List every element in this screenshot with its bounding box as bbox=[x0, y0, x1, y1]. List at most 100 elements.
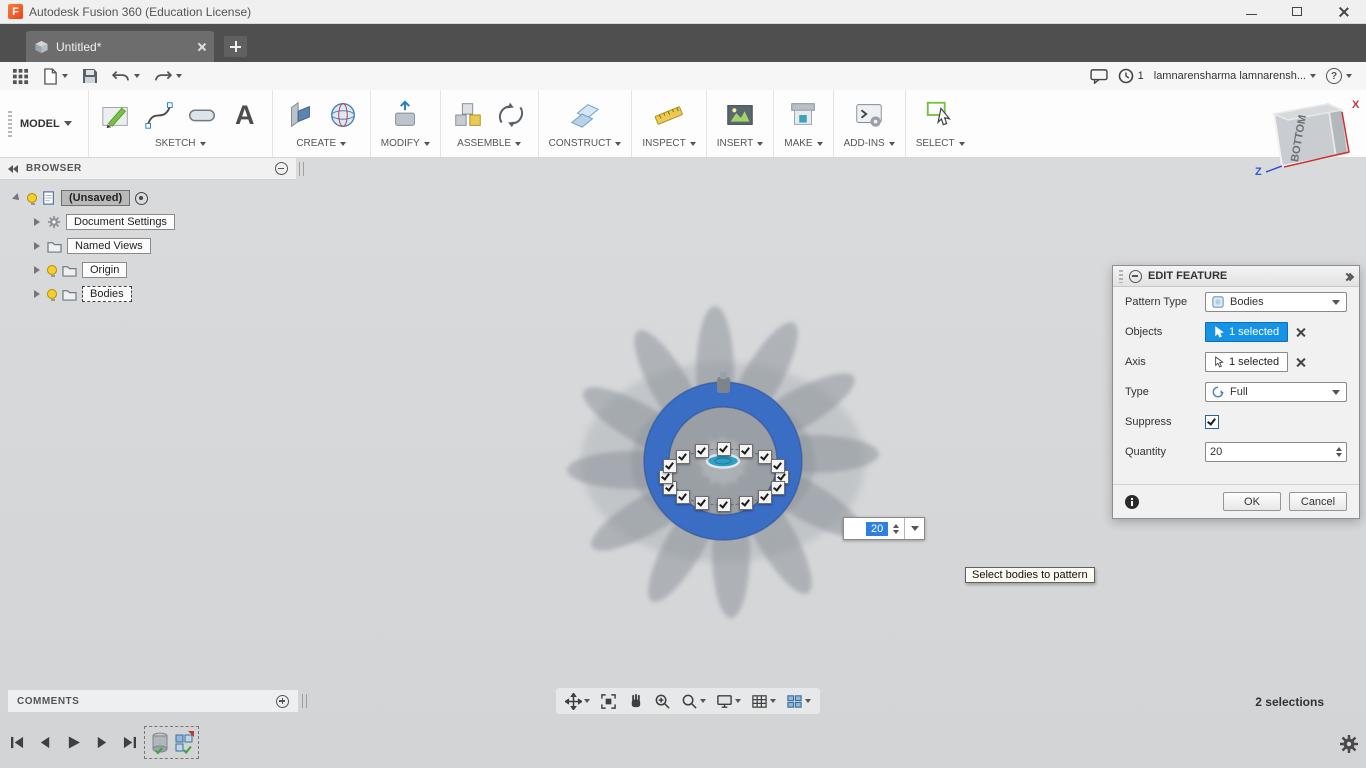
dialog-collapse-icon[interactable] bbox=[1129, 269, 1142, 283]
pattern-instance-checkbox[interactable] bbox=[717, 498, 731, 512]
new-component-button[interactable] bbox=[451, 98, 485, 132]
fit-button[interactable] bbox=[597, 691, 620, 712]
display-settings-button[interactable] bbox=[713, 691, 744, 712]
quantity-spinner[interactable] bbox=[1336, 447, 1342, 457]
expander-icon[interactable] bbox=[34, 266, 40, 274]
dialog-header[interactable]: EDIT FEATURE bbox=[1113, 266, 1359, 287]
pan-hand-button[interactable] bbox=[624, 691, 647, 712]
tree-row-bodies[interactable]: Bodies bbox=[14, 282, 314, 306]
make-3d-print-button[interactable] bbox=[786, 98, 820, 132]
timeline-feature-body[interactable] bbox=[149, 730, 170, 755]
timeline-feature-pattern[interactable] bbox=[173, 730, 194, 755]
pattern-instance-checkbox[interactable] bbox=[694, 495, 709, 510]
job-status-button[interactable]: 1 bbox=[1118, 68, 1144, 84]
group-label-modify[interactable]: MODIFY bbox=[381, 138, 430, 149]
comments-panel-header[interactable]: COMMENTS bbox=[8, 690, 298, 712]
tree-root-row[interactable]: (Unsaved) bbox=[12, 186, 314, 210]
grid-settings-button[interactable] bbox=[748, 691, 779, 712]
tree-row-named-views[interactable]: Named Views bbox=[14, 234, 314, 258]
pattern-instance-checkbox[interactable] bbox=[758, 450, 772, 465]
insert-canvas-button[interactable] bbox=[723, 98, 757, 132]
document-tab-untitled[interactable]: Untitled* bbox=[26, 31, 214, 62]
group-label-create[interactable]: CREATE bbox=[296, 138, 347, 149]
tab-close-icon[interactable] bbox=[196, 42, 206, 52]
node-label-selected[interactable]: Bodies bbox=[82, 286, 132, 302]
expand-comments-icon[interactable] bbox=[276, 694, 289, 708]
create-sketch-button[interactable] bbox=[99, 98, 133, 132]
pattern-type-select[interactable]: Bodies bbox=[1205, 292, 1347, 312]
minimize-button[interactable] bbox=[1228, 0, 1274, 23]
joint-button[interactable] bbox=[494, 98, 528, 132]
floating-quantity-spinner[interactable] bbox=[893, 523, 900, 534]
cancel-button[interactable]: Cancel bbox=[1289, 492, 1347, 511]
zoom-in-button[interactable] bbox=[651, 691, 674, 712]
press-pull-button[interactable] bbox=[388, 98, 422, 132]
info-icon[interactable] bbox=[1125, 494, 1139, 509]
timeline-step-forward-button[interactable] bbox=[90, 731, 113, 753]
axis-selection-chip[interactable]: 1 selected bbox=[1205, 352, 1289, 372]
orbit-button[interactable] bbox=[562, 691, 593, 712]
app-grid-button[interactable] bbox=[12, 68, 29, 85]
dialog-expand-icon[interactable] bbox=[1342, 267, 1355, 285]
timeline-step-back-button[interactable] bbox=[34, 731, 57, 753]
toolbar-grip[interactable] bbox=[8, 110, 12, 137]
group-label-construct[interactable]: CONSTRUCT bbox=[549, 138, 622, 149]
user-account-menu[interactable]: lamnarensharma lamnarensh... bbox=[1154, 70, 1316, 82]
pattern-instance-checkbox[interactable] bbox=[663, 480, 678, 495]
root-node-label[interactable]: (Unsaved) bbox=[61, 190, 131, 206]
expander-icon[interactable] bbox=[34, 242, 40, 250]
help-menu[interactable]: ? bbox=[1326, 68, 1352, 84]
clear-axis-icon[interactable] bbox=[1295, 357, 1306, 368]
save-button[interactable] bbox=[82, 68, 98, 84]
measure-button[interactable] bbox=[652, 98, 686, 132]
clear-objects-icon[interactable] bbox=[1295, 327, 1306, 338]
capture-position-icon[interactable] bbox=[135, 191, 149, 205]
workspace-switcher[interactable]: MODEL bbox=[20, 118, 72, 130]
pattern-instance-checkbox[interactable] bbox=[694, 444, 709, 459]
group-label-inspect[interactable]: INSPECT bbox=[642, 138, 696, 149]
close-button[interactable] bbox=[1320, 0, 1366, 23]
node-label[interactable]: Document Settings bbox=[66, 214, 175, 230]
tree-row-origin[interactable]: Origin bbox=[14, 258, 314, 282]
node-label[interactable]: Origin bbox=[82, 262, 128, 278]
comments-panel-grip[interactable] bbox=[302, 694, 307, 708]
group-label-assemble[interactable]: ASSEMBLE bbox=[457, 138, 522, 149]
quantity-input[interactable]: 20 bbox=[1205, 442, 1347, 462]
objects-selection-chip[interactable]: 1 selected bbox=[1205, 322, 1289, 342]
slot-tool-button[interactable] bbox=[185, 98, 219, 132]
expander-icon[interactable] bbox=[12, 193, 22, 203]
group-label-addins[interactable]: ADD-INS bbox=[844, 138, 895, 149]
tree-row-document-settings[interactable]: Document Settings bbox=[14, 210, 314, 234]
redo-button[interactable] bbox=[154, 69, 182, 83]
dialog-grip[interactable] bbox=[1119, 269, 1123, 283]
spline-tool-button[interactable] bbox=[142, 98, 176, 132]
floating-quantity-value[interactable]: 20 bbox=[866, 521, 889, 536]
pattern-instance-checkbox[interactable] bbox=[659, 470, 673, 484]
visibility-bulb-icon[interactable] bbox=[47, 289, 57, 301]
group-label-insert[interactable]: INSERT bbox=[717, 138, 764, 149]
pattern-instance-checkbox[interactable] bbox=[675, 450, 690, 465]
extrude-button[interactable] bbox=[283, 98, 317, 132]
pattern-instance-checkbox[interactable] bbox=[770, 459, 785, 474]
scripts-addins-button[interactable] bbox=[852, 98, 886, 132]
timeline-play-button[interactable] bbox=[62, 731, 85, 753]
new-tab-button[interactable] bbox=[224, 36, 247, 57]
expander-icon[interactable] bbox=[34, 290, 40, 298]
sphere-button[interactable] bbox=[326, 98, 360, 132]
pattern-instance-checkbox[interactable] bbox=[739, 444, 754, 459]
file-menu-button[interactable] bbox=[43, 67, 68, 85]
timeline-go-start-button[interactable] bbox=[6, 731, 29, 753]
group-label-make[interactable]: MAKE bbox=[784, 138, 823, 149]
construction-plane-button[interactable] bbox=[568, 98, 602, 132]
visibility-bulb-icon[interactable] bbox=[47, 265, 57, 277]
group-label-sketch[interactable]: SKETCH bbox=[155, 138, 206, 149]
viewcube[interactable]: BOTTOM X Z bbox=[1252, 94, 1364, 178]
pattern-instance-checkbox[interactable] bbox=[775, 470, 789, 484]
visibility-bulb-icon[interactable] bbox=[27, 193, 37, 205]
collapse-panel-icon[interactable] bbox=[8, 164, 18, 173]
viewports-button[interactable] bbox=[783, 691, 814, 712]
pattern-instance-checkbox[interactable] bbox=[663, 459, 678, 474]
pattern-instance-checkbox[interactable] bbox=[770, 480, 785, 495]
floating-quantity-input[interactable]: 20 bbox=[843, 517, 926, 540]
timeline-settings-button[interactable] bbox=[1339, 734, 1359, 754]
